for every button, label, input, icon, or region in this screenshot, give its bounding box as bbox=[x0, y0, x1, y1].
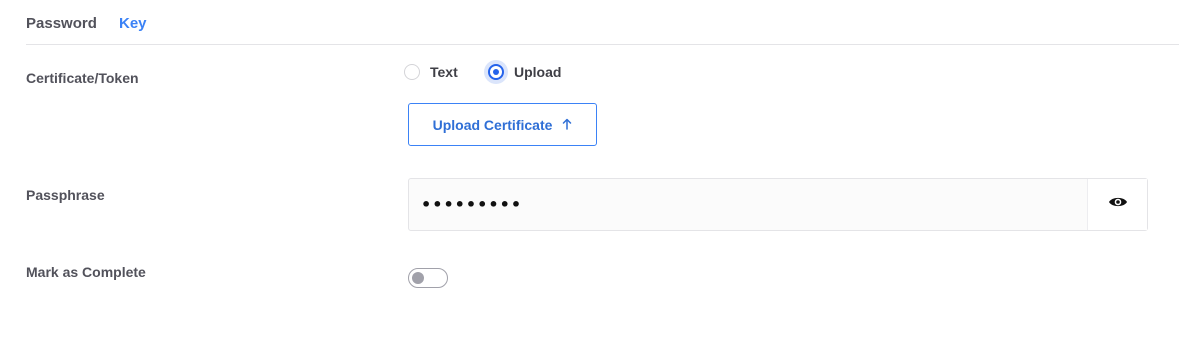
show-password-button[interactable] bbox=[1087, 179, 1147, 230]
tab-password[interactable]: Password bbox=[26, 15, 97, 32]
certificate-token-label: Certificate/Token bbox=[26, 70, 139, 86]
tab-key[interactable]: Key bbox=[119, 15, 147, 32]
radio-text[interactable]: Text bbox=[404, 64, 458, 80]
passphrase-input[interactable] bbox=[409, 179, 1089, 230]
eye-icon bbox=[1108, 195, 1128, 214]
toggle-knob bbox=[412, 272, 424, 284]
mark-as-complete-label: Mark as Complete bbox=[26, 264, 146, 280]
upload-certificate-label: Upload Certificate bbox=[432, 116, 553, 133]
arrow-up-icon bbox=[562, 117, 572, 133]
radio-upload-label[interactable]: Upload bbox=[514, 64, 561, 80]
radio-upload[interactable]: Upload bbox=[488, 64, 561, 80]
radio-upload-circle[interactable] bbox=[488, 64, 504, 80]
mark-as-complete-toggle[interactable] bbox=[408, 268, 448, 288]
passphrase-field bbox=[408, 178, 1148, 231]
tab-bar: Password Key bbox=[26, 0, 1179, 45]
radio-text-circle[interactable] bbox=[404, 64, 420, 80]
radio-text-label[interactable]: Text bbox=[430, 64, 458, 80]
passphrase-label: Passphrase bbox=[26, 187, 105, 203]
upload-certificate-button[interactable]: Upload Certificate bbox=[408, 103, 597, 146]
